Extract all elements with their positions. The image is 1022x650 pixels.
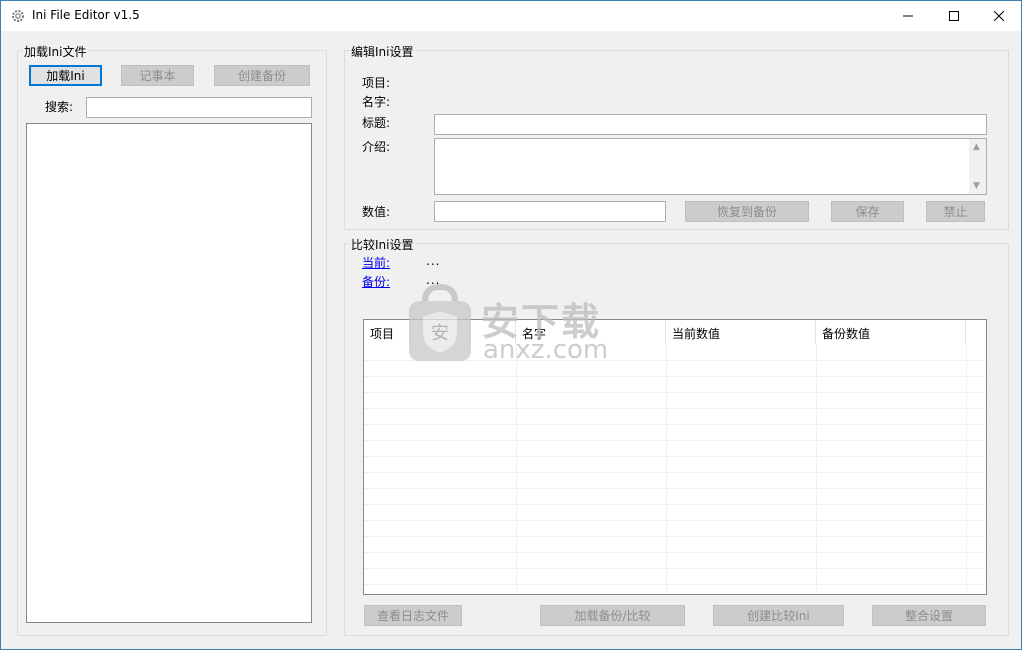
create-compare-ini-button[interactable]: 创建比较Ini <box>713 605 844 626</box>
backup-value: ... <box>426 273 441 287</box>
intro-textarea[interactable]: ▲ ▼ <box>434 138 987 195</box>
minimize-icon <box>903 15 913 17</box>
compare-grid[interactable]: 项目 名字 当前数值 备份数值 <box>363 319 987 595</box>
close-button[interactable] <box>976 1 1022 31</box>
value-input[interactable] <box>434 201 666 222</box>
load-backup-compare-button[interactable]: 加载备份/比较 <box>540 605 685 626</box>
grid-body <box>364 344 986 594</box>
name-label: 名字: <box>362 95 391 109</box>
column-header-item[interactable]: 项目 <box>364 320 516 344</box>
scroll-down-icon[interactable]: ▼ <box>973 181 980 191</box>
minimize-button[interactable] <box>885 1 931 31</box>
intro-label: 介绍: <box>362 140 391 154</box>
value-label: 数值: <box>362 205 391 219</box>
restore-backup-button[interactable]: 恢复到备份 <box>685 201 809 222</box>
disable-button[interactable]: 禁止 <box>926 201 985 222</box>
load-ini-button[interactable]: 加载Ini <box>29 65 102 86</box>
ini-file-list[interactable] <box>26 123 312 623</box>
maximize-icon <box>949 11 959 21</box>
title-input[interactable] <box>434 114 987 135</box>
maximize-button[interactable] <box>931 1 977 31</box>
compare-ini-group-title: 比较Ini设置 <box>349 236 416 253</box>
backup-link[interactable]: 备份: <box>362 273 390 290</box>
grid-header: 项目 名字 当前数值 备份数值 <box>364 320 986 344</box>
view-log-button[interactable]: 查看日志文件 <box>364 605 462 626</box>
item-label: 项目: <box>362 76 391 90</box>
search-label: 搜索: <box>45 100 74 114</box>
title-bar[interactable]: Ini File Editor v1.5 <box>1 1 1021 31</box>
intro-scrollbar[interactable]: ▲ ▼ <box>969 139 986 194</box>
scroll-up-icon[interactable]: ▲ <box>973 142 980 152</box>
merge-settings-button[interactable]: 整合设置 <box>872 605 986 626</box>
current-link[interactable]: 当前: <box>362 254 390 271</box>
column-header-name[interactable]: 名字 <box>516 320 666 344</box>
window-title: Ini File Editor v1.5 <box>32 8 140 22</box>
search-input[interactable] <box>86 97 312 118</box>
edit-ini-group-title: 编辑Ini设置 <box>349 43 416 60</box>
gear-icon <box>12 10 24 22</box>
column-header-current-value[interactable]: 当前数值 <box>666 320 816 344</box>
current-value: ... <box>426 254 441 268</box>
create-backup-button[interactable]: 创建备份 <box>214 65 310 86</box>
column-header-backup-value[interactable]: 备份数值 <box>816 320 966 344</box>
close-icon <box>994 11 1004 21</box>
load-ini-group-title: 加载Ini文件 <box>22 43 89 60</box>
notepad-button[interactable]: 记事本 <box>121 65 194 86</box>
title-label: 标题: <box>362 116 391 130</box>
save-button[interactable]: 保存 <box>831 201 904 222</box>
app-window: Ini File Editor v1.5 加载Ini文件 加载Ini 记事本 创… <box>0 0 1022 650</box>
